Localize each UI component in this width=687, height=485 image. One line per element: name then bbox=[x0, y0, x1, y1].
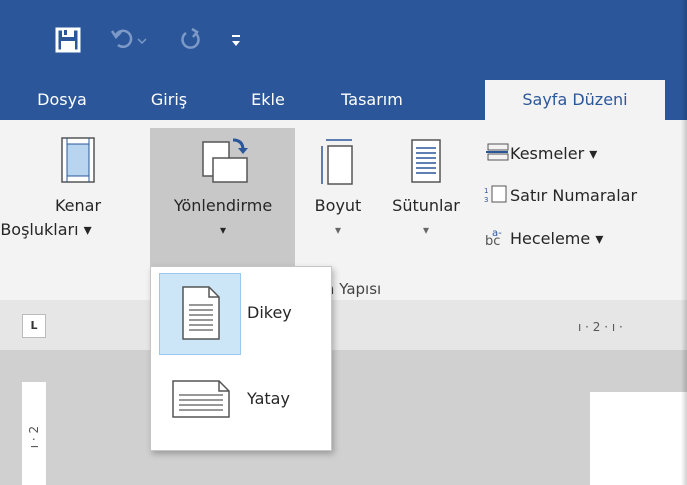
hyphenation-button[interactable]: bc a- Heceleme ▾ bbox=[484, 227, 604, 249]
landscape-label: Yatay bbox=[247, 389, 290, 408]
hyphenation-icon: bc a- bbox=[484, 228, 510, 249]
undo-icon[interactable] bbox=[110, 27, 150, 57]
tab-dosya[interactable]: Dosya bbox=[22, 80, 102, 120]
customize-qat-icon[interactable] bbox=[229, 33, 243, 53]
save-icon[interactable] bbox=[55, 27, 81, 57]
landscape-page-icon bbox=[171, 379, 231, 423]
horizontal-ruler-ticks: ı · 2 · ı · bbox=[578, 320, 623, 334]
document-canvas bbox=[0, 350, 687, 485]
redo-icon[interactable] bbox=[178, 27, 204, 57]
line-numbers-button[interactable]: 1 3 Satır Numaralar bbox=[484, 185, 637, 205]
line-numbers-icon: 13 bbox=[484, 185, 510, 205]
svg-text:3: 3 bbox=[484, 196, 488, 203]
columns-button[interactable]: Sütunlar ▾ bbox=[380, 136, 472, 242]
size-button[interactable]: Boyut ▾ bbox=[302, 136, 374, 242]
breaks-label: Kesmeler ▾ bbox=[510, 144, 598, 163]
tab-stop-selector[interactable]: L bbox=[22, 314, 46, 338]
portrait-page-icon bbox=[181, 285, 221, 345]
ribbon-tabs: Dosya Giriş Ekle Tasarım Sayfa Düzeni bbox=[0, 80, 687, 120]
svg-text:a-: a- bbox=[492, 228, 502, 239]
columns-icon bbox=[380, 136, 472, 194]
portrait-label: Dikey bbox=[247, 303, 292, 322]
orientation-dropdown-menu: Dikey Yatay bbox=[150, 266, 332, 451]
margins-icon bbox=[28, 136, 128, 194]
title-bar bbox=[0, 0, 687, 80]
size-icon bbox=[302, 136, 374, 194]
margins-label-line2: Boşlukları ▾ bbox=[0, 220, 92, 239]
orientation-option-landscape[interactable]: Yatay bbox=[155, 361, 327, 441]
tab-tasarim[interactable]: Tasarım bbox=[322, 80, 422, 120]
vertical-ruler: ı · 2 bbox=[22, 382, 46, 485]
tab-sayfa-duzeni[interactable]: Sayfa Düzeni bbox=[485, 80, 665, 120]
tab-giris[interactable]: Giriş bbox=[134, 80, 204, 120]
svg-text:1: 1 bbox=[484, 187, 488, 195]
orientation-label: Yönlendirme bbox=[173, 196, 273, 215]
size-label: Boyut bbox=[314, 196, 362, 215]
orientation-icon bbox=[152, 136, 294, 194]
margins-button[interactable]: Kenar Boşlukları ▾ bbox=[0, 136, 128, 242]
hyphenation-label: Heceleme ▾ bbox=[510, 229, 604, 248]
orientation-option-portrait[interactable]: Dikey bbox=[155, 271, 327, 355]
orientation-dropdown-arrow: ▾ bbox=[219, 223, 227, 237]
margins-label-line1: Kenar bbox=[54, 196, 102, 215]
columns-label: Sütunlar bbox=[392, 196, 460, 215]
window-edge-shadow bbox=[681, 0, 687, 485]
breaks-button[interactable]: Kesmeler ▾ bbox=[484, 143, 597, 163]
vertical-ruler-ticks: ı · 2 bbox=[27, 425, 41, 449]
tab-ekle[interactable]: Ekle bbox=[238, 80, 298, 120]
document-page[interactable] bbox=[590, 392, 687, 485]
breaks-icon bbox=[484, 143, 510, 163]
line-numbers-label: Satır Numaralar bbox=[510, 186, 638, 205]
orientation-button[interactable]: Yönlendirme ▾ bbox=[152, 136, 294, 242]
columns-dropdown-arrow: ▾ bbox=[422, 223, 430, 237]
size-dropdown-arrow: ▾ bbox=[334, 223, 342, 237]
